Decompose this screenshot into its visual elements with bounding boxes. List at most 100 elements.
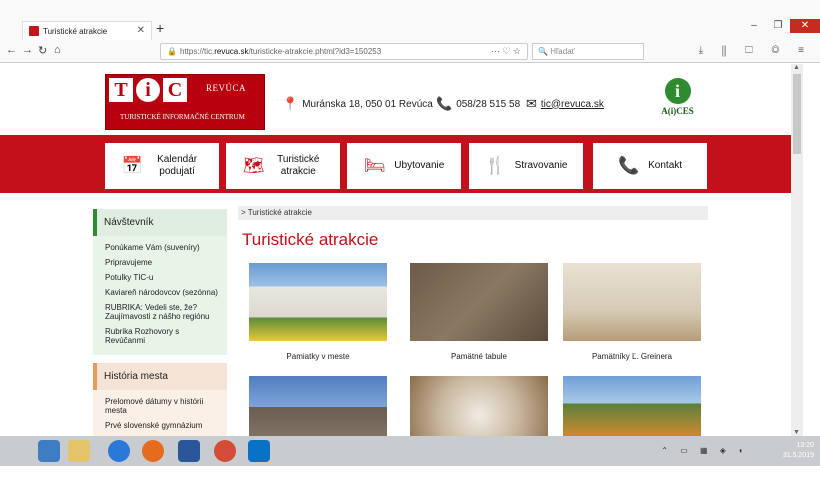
cutlery-icon: 🍴 bbox=[484, 156, 506, 175]
attraction-image[interactable] bbox=[563, 376, 701, 436]
logo-letter: C bbox=[163, 78, 187, 102]
attraction-card[interactable]: Pamätníky Ľ. Greinera bbox=[563, 263, 701, 361]
attraction-caption[interactable]: Pamätníky Ľ. Greinera bbox=[563, 352, 701, 361]
sidebar-section-history[interactable]: História mesta bbox=[93, 363, 227, 390]
outlook-icon[interactable] bbox=[248, 440, 270, 462]
attraction-image[interactable] bbox=[249, 376, 387, 436]
menu-item-contact[interactable]: 📞 Kontakt bbox=[593, 143, 707, 189]
attraction-card[interactable] bbox=[249, 376, 387, 436]
address: 📍 Muránska 18, 050 01 Revúca bbox=[282, 96, 433, 112]
back-icon[interactable]: ← bbox=[6, 44, 17, 56]
browser-tab-bar: Turistické atrakcie ✕ + – ❐ ✕ bbox=[0, 0, 820, 40]
internet-explorer-icon[interactable] bbox=[108, 440, 130, 462]
attraction-image[interactable] bbox=[563, 263, 701, 341]
logo-letter: T bbox=[109, 78, 133, 102]
aices-text: A(i)CES bbox=[661, 106, 694, 116]
scroll-up-icon[interactable]: ▲ bbox=[793, 64, 800, 71]
url-text: https://tic.revuca.sk/turisticke-atrakci… bbox=[179, 47, 382, 56]
url-actions-icon[interactable]: ··· ♡ ☆ bbox=[491, 46, 521, 57]
sidebar-section-visitor[interactable]: Návštevník bbox=[93, 209, 227, 236]
tic-logo[interactable]: T i C REVÚCA TURISTICKÉ INFORMAČNÉ CENTR… bbox=[105, 74, 265, 130]
search-input[interactable]: 🔍 Hľadať bbox=[532, 43, 644, 60]
sidebar-item[interactable]: Rubrika Rozhovory s Revúčanmi bbox=[105, 327, 221, 345]
sidebar: Návštevník Ponúkame Vám (suveníry) Pripr… bbox=[93, 209, 227, 436]
clock[interactable]: 13:20 31.5.2019 bbox=[783, 441, 814, 461]
search-icon: 🔍 bbox=[538, 47, 551, 56]
window-controls: – ❐ ✕ bbox=[742, 19, 820, 33]
os-taskbar: ⌃ ▭ ▦ ◈ ◖ 13:20 31.5.2019 bbox=[0, 436, 820, 466]
logo-subtitle: TURISTICKÉ INFORMAČNÉ CENTRUM bbox=[120, 113, 245, 121]
sidebar-item[interactable]: Potulky TIC-u bbox=[105, 273, 221, 282]
menu-item-calendar[interactable]: 📅 Kalendár podujatí bbox=[105, 143, 219, 189]
aices-logo[interactable]: i A(i)CES bbox=[655, 78, 700, 120]
new-tab-button[interactable]: + bbox=[156, 20, 164, 36]
menu-item-label: Kalendár podujatí bbox=[157, 154, 198, 177]
sidebar-item[interactable]: Pripravujeme bbox=[105, 258, 221, 267]
menu-item-label: Ubytovanie bbox=[394, 160, 445, 171]
search-placeholder: Hľadať bbox=[550, 47, 575, 56]
browser-nav-bar: ← → ↻ ⌂ 🔒 https://tic.revuca.sk/turistic… bbox=[0, 40, 820, 63]
word-icon[interactable] bbox=[178, 440, 200, 462]
attraction-caption[interactable]: Pamiatky v meste bbox=[249, 352, 387, 361]
attraction-card[interactable]: Pamätné tabule bbox=[410, 263, 548, 361]
map-marker-icon: 📍 bbox=[282, 96, 299, 111]
envelope-icon: ✉ bbox=[526, 96, 537, 111]
menu-item-label: Turistické atrakcie bbox=[277, 154, 320, 177]
attraction-card[interactable] bbox=[563, 376, 701, 436]
url-bar[interactable]: 🔒 https://tic.revuca.sk/turisticke-atrak… bbox=[160, 43, 528, 60]
file-explorer-icon[interactable] bbox=[68, 440, 90, 462]
breadcrumb[interactable]: > Turistické atrakcie bbox=[238, 206, 708, 220]
attraction-image[interactable] bbox=[410, 376, 548, 436]
tab-title: Turistické atrakcie bbox=[43, 26, 108, 36]
attraction-image[interactable] bbox=[249, 263, 387, 341]
start-icon[interactable] bbox=[38, 440, 60, 462]
close-window-icon[interactable]: ✕ bbox=[790, 19, 820, 33]
main-menu: 📅 Kalendár podujatí 🗺 Turistické atrakci… bbox=[0, 135, 791, 193]
attraction-caption[interactable]: Pamätné tabule bbox=[410, 352, 548, 361]
restore-icon[interactable]: ❐ bbox=[766, 19, 790, 33]
address-text: Muránska 18, 050 01 Revúca bbox=[302, 98, 433, 110]
clock-time: 13:20 bbox=[796, 442, 814, 449]
info-icon: i bbox=[664, 78, 691, 104]
scroll-down-icon[interactable]: ▼ bbox=[793, 429, 800, 436]
clock-date: 31.5.2019 bbox=[782, 452, 814, 459]
sidebar-item[interactable]: RUBRIKA: Vedeli ste, že? Zaujímavosti z … bbox=[105, 303, 221, 321]
chrome-icon[interactable] bbox=[214, 440, 236, 462]
home-icon[interactable]: ⌂ bbox=[54, 44, 61, 56]
web-page: T i C REVÚCA TURISTICKÉ INFORMAČNÉ CENTR… bbox=[0, 64, 791, 436]
attraction-card[interactable]: Pamiatky v meste bbox=[249, 263, 387, 361]
forward-icon[interactable]: → bbox=[22, 44, 33, 56]
sidebar-list-history: Prelomové dátumy v histórii mesta Prvé s… bbox=[93, 390, 227, 436]
logo-letter: i bbox=[136, 78, 160, 102]
sidebar-item[interactable]: Kaviareň národovcov (sezónna) bbox=[105, 288, 221, 297]
minimize-icon[interactable]: – bbox=[742, 19, 766, 33]
phone-icon: 📞 bbox=[436, 96, 453, 111]
attraction-card[interactable] bbox=[410, 376, 548, 436]
browser-tab[interactable]: Turistické atrakcie ✕ bbox=[22, 21, 152, 40]
logo-town: REVÚCA bbox=[206, 83, 247, 93]
sidebar-item[interactable]: Ponúkame Vám (suveníry) bbox=[105, 243, 221, 252]
menu-item-accommodation[interactable]: 🛏 Ubytovanie bbox=[347, 143, 461, 189]
close-tab-icon[interactable]: ✕ bbox=[137, 25, 145, 36]
page-title: Turistické atrakcie bbox=[242, 230, 379, 249]
attraction-image[interactable] bbox=[410, 263, 548, 341]
scroll-thumb[interactable] bbox=[793, 74, 801, 154]
page-scrollbar[interactable]: ▲ ▼ bbox=[791, 64, 803, 436]
menu-item-dining[interactable]: 🍴 Stravovanie bbox=[469, 143, 583, 189]
phone-text: 058/28 515 58 bbox=[456, 98, 521, 110]
toolbar-icons[interactable]: ⤓ ⫼ ☐ ◎ ≡ bbox=[699, 45, 812, 56]
menu-item-label: Stravovanie bbox=[514, 160, 568, 171]
menu-item-attractions[interactable]: 🗺 Turistické atrakcie bbox=[226, 143, 340, 189]
system-tray-icons[interactable]: ⌃ ▭ ▦ ◈ ◖ bbox=[661, 446, 748, 455]
map-pin-icon: 🗺 bbox=[242, 156, 265, 175]
email-link[interactable]: tic@revuca.sk bbox=[541, 99, 604, 110]
firefox-icon[interactable] bbox=[142, 440, 164, 462]
lock-icon: 🔒 bbox=[167, 47, 177, 56]
sidebar-list-visitor: Ponúkame Vám (suveníry) Pripravujeme Pot… bbox=[93, 236, 227, 355]
sidebar-item[interactable]: Prvé slovenské gymnázium bbox=[105, 421, 221, 430]
phone: 📞 058/28 515 58 bbox=[436, 96, 520, 112]
sidebar-item[interactable]: Prelomové dátumy v histórii mesta bbox=[105, 397, 221, 415]
reload-icon[interactable]: ↻ bbox=[38, 44, 47, 57]
bed-icon: 🛏 bbox=[363, 156, 386, 175]
email: ✉ tic@revuca.sk bbox=[526, 96, 604, 112]
